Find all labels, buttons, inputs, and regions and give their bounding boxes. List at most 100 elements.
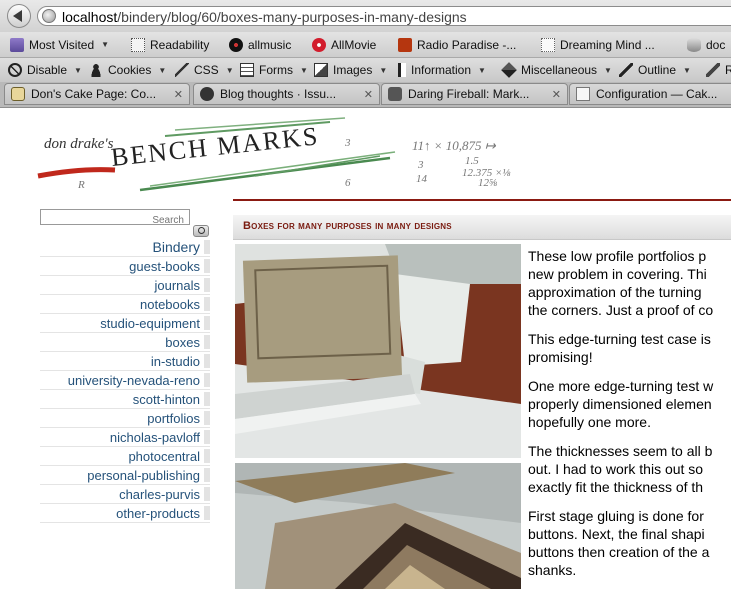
chevron-down-icon: ▼ <box>300 65 308 75</box>
close-tab-icon[interactable]: ✕ <box>552 88 561 101</box>
film-reel-icon <box>312 37 326 52</box>
devtool-label: Forms <box>259 63 293 77</box>
bookmark-label: Dreaming Mind ... <box>560 37 655 52</box>
devtool-menu-8[interactable]: Outline ▼ <box>619 58 691 82</box>
globe-icon <box>42 9 56 23</box>
banner-author: don drake's <box>44 136 114 152</box>
bookmark-7[interactable]: doc <box>687 32 725 57</box>
svg-text:3: 3 <box>344 137 351 149</box>
database-icon <box>687 37 701 52</box>
readability-icon <box>131 37 145 52</box>
bookmarks-folder-icon <box>10 37 24 52</box>
sidebar-item-studio-equipment[interactable]: studio-equipment <box>40 314 210 333</box>
svg-text:14: 14 <box>416 173 428 185</box>
address-bar[interactable]: localhost/bindery/blog/60/boxes-many-pur… <box>37 6 731 26</box>
devtool-menu-2[interactable]: Cookies ▼ <box>89 58 166 82</box>
vinyl-record-icon <box>229 37 243 52</box>
bookmarks-toolbar: Most Visited ▼ Readability allmusic AllMovie… <box>0 32 731 58</box>
radio-paradise-icon <box>398 37 412 52</box>
devtool-label: Outline <box>638 63 677 77</box>
devtool-menu-3[interactable]: CSS ▼ <box>175 58 234 82</box>
devtool-label: CSS <box>194 63 219 77</box>
tab-title: Daring Fireball: Mark... <box>408 87 530 101</box>
devtool-menu-9[interactable]: R <box>706 58 731 82</box>
cake-icon <box>11 87 25 101</box>
bookmark-2[interactable]: Readability <box>131 32 209 57</box>
tab-strip: Don's Cake Page: Co... ✕ Blog thoughts · I… <box>0 82 731 108</box>
svg-text:11↑ × 10,875 ↦: 11↑ × 10,875 ↦ <box>412 138 497 153</box>
sidebar-item-photocentral[interactable]: photocentral <box>40 447 210 466</box>
devtool-menu-5[interactable]: Images ▼ <box>314 58 387 82</box>
post-body: These low profile portfolios p new probl… <box>528 247 731 589</box>
devtool-menu-1[interactable]: Disable ▼ <box>8 58 82 82</box>
svg-text:R: R <box>77 179 85 191</box>
navigation-toolbar: localhost/bindery/blog/60/boxes-many-pur… <box>0 0 731 33</box>
page-content: don drake's BENCH MARKS 3 6 R 11↑ × 10,8… <box>0 108 731 589</box>
devtool-label: Information <box>411 63 472 77</box>
sidebar-item-scott-hinton[interactable]: scott-hinton <box>40 390 210 409</box>
ruler-icon <box>706 63 720 77</box>
bookmark-label: Most Visited <box>29 37 95 52</box>
sidebar-item-journals[interactable]: journals <box>40 276 210 295</box>
search-button[interactable] <box>193 225 209 237</box>
chevron-down-icon: ▼ <box>683 65 691 75</box>
star-icon <box>388 87 402 101</box>
bookmark-label: Radio Paradise -... <box>417 37 517 52</box>
form-icon <box>240 63 254 77</box>
search-field[interactable] <box>40 209 190 228</box>
pencil-icon <box>619 63 633 77</box>
config-page-icon <box>576 87 590 101</box>
tab-title: Configuration — Cak... <box>596 87 718 101</box>
sidebar-item-guest-books[interactable]: guest-books <box>40 257 210 276</box>
post-paragraph: First stage gluing is done for buttons. … <box>528 508 710 578</box>
devtool-menu-4[interactable]: Forms ▼ <box>240 58 308 82</box>
sidebar-item-charles-purvis[interactable]: charles-purvis <box>40 485 210 504</box>
browser-tab-1[interactable]: Don's Cake Page: Co... ✕ <box>4 83 190 105</box>
bookmark-4[interactable]: AllMovie <box>312 32 376 57</box>
sidebar-item-nicholas-pavloff[interactable]: nicholas-pavloff <box>40 428 210 447</box>
bookmark-3[interactable]: allmusic <box>229 32 291 57</box>
post-paragraph: One more edge-turning test w properly di… <box>528 378 714 430</box>
content-divider <box>233 199 731 201</box>
cube-icon <box>501 62 517 78</box>
bookmark-6[interactable]: Dreaming Mind ... <box>541 32 655 57</box>
sidebar-item-boxes[interactable]: boxes <box>40 333 210 352</box>
svg-text:1.5: 1.5 <box>465 155 479 167</box>
post-title-bar: Boxes for many purposes in many designs <box>233 215 731 240</box>
chevron-down-icon: ▼ <box>74 65 82 75</box>
back-button[interactable] <box>7 4 31 28</box>
sidebar-item-notebooks[interactable]: notebooks <box>40 295 210 314</box>
disable-icon <box>8 63 22 77</box>
post-title: Boxes for many purposes in many designs <box>243 220 452 232</box>
sidebar-item-portfolios[interactable]: portfolios <box>40 409 210 428</box>
sidebar-nav: Bindery guest-books journals notebooks studi… <box>40 238 210 523</box>
sidebar-item-university-nevada-reno[interactable]: university-nevada-reno <box>40 371 210 390</box>
bookmark-5[interactable]: Radio Paradise -... <box>398 32 516 57</box>
sidebar-item-other-products[interactable]: other-products <box>40 504 210 523</box>
browser-tab-4[interactable]: Configuration — Cak... <box>569 83 731 105</box>
post-paragraph: This edge-turning test case is promising… <box>528 331 711 365</box>
banner-title: BENCH MARKS <box>110 121 321 172</box>
red-brush-stroke <box>37 167 116 179</box>
sidebar-item-bindery[interactable]: Bindery <box>40 238 210 257</box>
devtool-label: R <box>725 63 731 77</box>
devtool-label: Cookies <box>108 63 152 77</box>
tab-title: Blog thoughts · Issu... <box>220 87 337 101</box>
sidebar-item-personal-publishing[interactable]: personal-publishing <box>40 466 210 485</box>
bookmark-1[interactable]: Most Visited ▼ <box>10 32 109 57</box>
svg-text:3: 3 <box>417 159 424 171</box>
devtool-menu-6[interactable]: Information ▼ <box>398 58 486 82</box>
sidebar-item-in-studio[interactable]: in-studio <box>40 352 210 371</box>
post-paragraph: These low profile portfolios p new probl… <box>528 248 714 318</box>
browser-tab-2[interactable]: Blog thoughts · Issu... ✕ <box>193 83 380 105</box>
close-tab-icon[interactable]: ✕ <box>174 88 183 101</box>
svg-text:12⅝: 12⅝ <box>478 177 497 189</box>
search-input[interactable] <box>41 213 187 228</box>
close-tab-icon[interactable]: ✕ <box>364 88 373 101</box>
devtool-menu-7[interactable]: Miscellaneous ▼ <box>501 58 612 82</box>
browser-tab-3[interactable]: Daring Fireball: Mark... ✕ <box>381 83 568 105</box>
magic-wand-icon <box>175 63 189 77</box>
blank-page-icon <box>541 37 555 52</box>
person-icon <box>89 63 103 77</box>
edge-turning-photo <box>235 463 521 589</box>
